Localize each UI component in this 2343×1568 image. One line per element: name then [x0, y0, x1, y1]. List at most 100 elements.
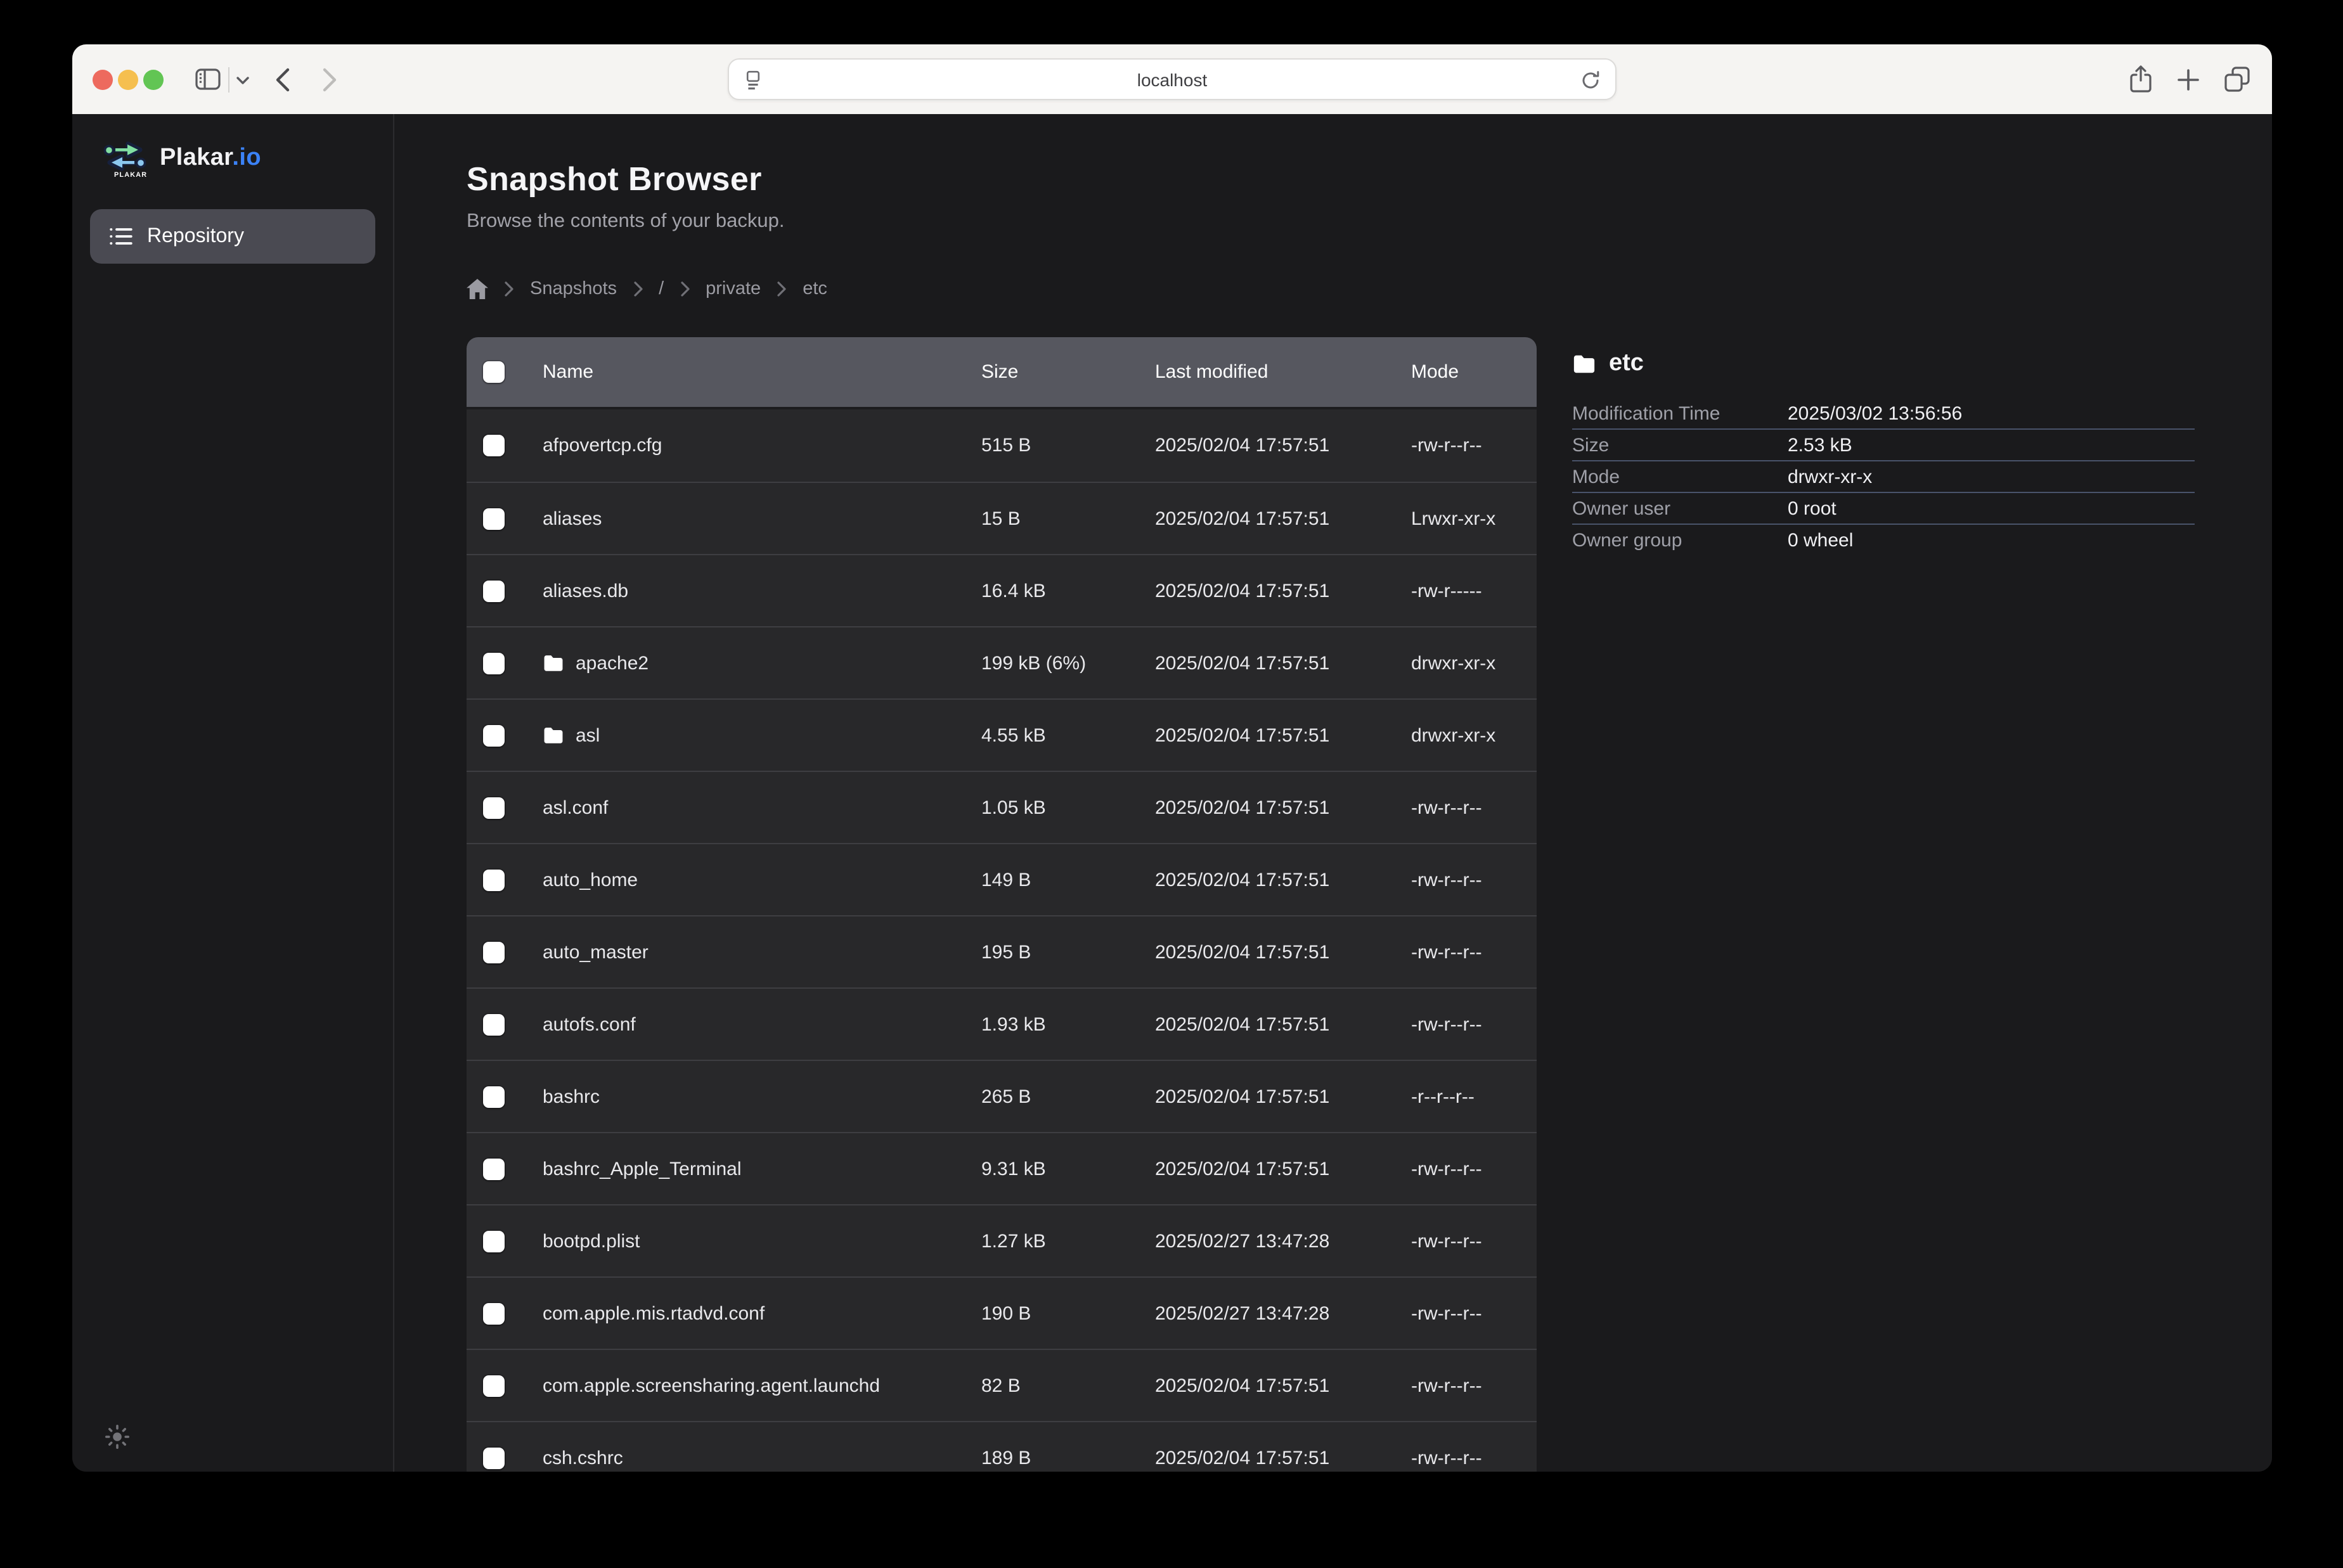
table-row[interactable]: bootpd.plist1.27 kB2025/02/27 13:47:28-r…: [467, 1204, 1537, 1276]
row-checkbox[interactable]: [483, 1158, 505, 1179]
file-name[interactable]: aliases: [543, 508, 602, 529]
row-checkbox[interactable]: [483, 1375, 505, 1396]
table-row[interactable]: auto_home149 B2025/02/04 17:57:51-rw-r--…: [467, 843, 1537, 915]
file-name[interactable]: com.apple.screensharing.agent.launchd: [543, 1375, 880, 1396]
table-row[interactable]: afpovertcp.cfg515 B2025/02/04 17:57:51-r…: [467, 409, 1537, 482]
plakar-logo-text: Plakar.io: [160, 144, 261, 172]
column-header-size[interactable]: Size: [981, 361, 1155, 383]
file-name[interactable]: afpovertcp.cfg: [543, 435, 662, 456]
folder-icon: [543, 726, 564, 744]
table-header-row: Name Size Last modified Mode: [467, 337, 1537, 409]
column-header-name[interactable]: Name: [543, 361, 981, 383]
table-row[interactable]: bashrc265 B2025/02/04 17:57:51-r--r--r--: [467, 1060, 1537, 1132]
file-modified: 2025/02/04 17:57:51: [1155, 580, 1411, 601]
file-name[interactable]: asl: [576, 724, 600, 746]
folder-icon: [1572, 354, 1596, 374]
file-name[interactable]: asl.conf: [543, 797, 608, 818]
tab-overview-icon[interactable]: [2224, 66, 2250, 93]
row-checkbox[interactable]: [483, 724, 505, 746]
breadcrumb-item-2[interactable]: private: [706, 279, 761, 299]
main-content: Snapshot Browser Browse the contents of …: [394, 114, 2272, 1472]
forward-icon[interactable]: [322, 67, 337, 93]
home-icon[interactable]: [467, 279, 488, 299]
file-name[interactable]: autofs.conf: [543, 1013, 636, 1035]
sidebar-item-repository[interactable]: Repository: [90, 209, 375, 264]
browser-toolbar: localhost: [72, 44, 2272, 114]
table-row[interactable]: apache2199 kB (6%)2025/02/04 17:57:51drw…: [467, 626, 1537, 698]
toolbar-divider: [228, 67, 229, 93]
row-checkbox[interactable]: [483, 435, 505, 456]
file-name[interactable]: bashrc: [543, 1086, 600, 1107]
file-name[interactable]: csh.cshrc: [543, 1447, 623, 1468]
table-row[interactable]: bashrc_Apple_Terminal9.31 kB2025/02/04 1…: [467, 1132, 1537, 1204]
file-name[interactable]: apache2: [576, 652, 649, 674]
breadcrumb-item-1[interactable]: /: [659, 279, 664, 299]
file-mode: -rw-r--r--: [1411, 1230, 1537, 1252]
file-mode: -rw-r--r--: [1411, 1158, 1537, 1179]
column-header-mode[interactable]: Mode: [1411, 361, 1537, 383]
table-row[interactable]: asl.conf1.05 kB2025/02/04 17:57:51-rw-r-…: [467, 771, 1537, 843]
file-modified: 2025/02/04 17:57:51: [1155, 508, 1411, 529]
detail-row: Owner user0 root: [1572, 493, 2195, 525]
zoom-window-button[interactable]: [143, 70, 164, 90]
app-page: PLAKAR Plakar.io Repository: [72, 114, 2272, 1472]
page-icon[interactable]: [743, 70, 763, 91]
row-checkbox[interactable]: [483, 1013, 505, 1035]
chevron-down-icon[interactable]: [236, 76, 250, 85]
close-window-button[interactable]: [93, 70, 113, 90]
row-checkbox[interactable]: [483, 941, 505, 963]
share-icon[interactable]: [2129, 65, 2153, 94]
row-checkbox[interactable]: [483, 869, 505, 890]
file-modified: 2025/02/04 17:57:51: [1155, 1086, 1411, 1107]
plakar-logo[interactable]: PLAKAR Plakar.io: [72, 114, 393, 179]
file-name[interactable]: bashrc_Apple_Terminal: [543, 1158, 742, 1179]
table-row[interactable]: aliases15 B2025/02/04 17:57:51Lrwxr-xr-x: [467, 482, 1537, 554]
table-row[interactable]: csh.cshrc189 B2025/02/04 17:57:51-rw-r--…: [467, 1421, 1537, 1472]
file-modified: 2025/02/04 17:57:51: [1155, 724, 1411, 746]
file-size: 4.55 kB: [981, 724, 1155, 746]
table-row[interactable]: asl4.55 kB2025/02/04 17:57:51drwxr-xr-x: [467, 698, 1537, 771]
back-icon[interactable]: [275, 67, 290, 93]
file-name[interactable]: aliases.db: [543, 580, 628, 601]
table-row[interactable]: com.apple.mis.rtadvd.conf190 B2025/02/27…: [467, 1276, 1537, 1349]
file-size: 1.05 kB: [981, 797, 1155, 818]
row-checkbox[interactable]: [483, 1086, 505, 1107]
table-row[interactable]: auto_master195 B2025/02/04 17:57:51-rw-r…: [467, 915, 1537, 987]
select-all-checkbox[interactable]: [483, 361, 505, 383]
column-header-modified[interactable]: Last modified: [1155, 361, 1411, 383]
file-modified: 2025/02/04 17:57:51: [1155, 435, 1411, 456]
table-row[interactable]: aliases.db16.4 kB2025/02/04 17:57:51-rw-…: [467, 554, 1537, 626]
address-bar[interactable]: localhost: [728, 58, 1617, 100]
new-tab-icon[interactable]: [2177, 68, 2200, 91]
file-size: 15 B: [981, 508, 1155, 529]
file-size: 1.93 kB: [981, 1013, 1155, 1035]
breadcrumb-item-0[interactable]: Snapshots: [530, 279, 617, 299]
table-row[interactable]: com.apple.screensharing.agent.launchd82 …: [467, 1349, 1537, 1421]
file-name[interactable]: auto_home: [543, 869, 638, 890]
table-row[interactable]: autofs.conf1.93 kB2025/02/04 17:57:51-rw…: [467, 987, 1537, 1060]
sun-icon[interactable]: [105, 1425, 129, 1449]
file-mode: -rw-r--r--: [1411, 1302, 1537, 1324]
row-checkbox[interactable]: [483, 1230, 505, 1252]
file-name[interactable]: com.apple.mis.rtadvd.conf: [543, 1302, 765, 1324]
file-size: 199 kB (6%): [981, 652, 1155, 674]
detail-value: 0 wheel: [1788, 530, 1853, 551]
file-modified: 2025/02/04 17:57:51: [1155, 869, 1411, 890]
file-name[interactable]: bootpd.plist: [543, 1230, 640, 1252]
detail-row: Owner group0 wheel: [1572, 525, 2195, 556]
minimize-window-button[interactable]: [118, 70, 138, 90]
breadcrumb-item-3[interactable]: etc: [803, 279, 827, 299]
row-checkbox[interactable]: [483, 1447, 505, 1468]
row-checkbox[interactable]: [483, 580, 505, 601]
file-mode: -rw-r--r--: [1411, 869, 1537, 890]
detail-value: 2.53 kB: [1788, 434, 1852, 456]
row-checkbox[interactable]: [483, 652, 505, 674]
row-checkbox[interactable]: [483, 797, 505, 818]
reload-icon[interactable]: [1580, 70, 1601, 91]
file-table: Name Size Last modified Mode afpovertcp.…: [467, 337, 1537, 1472]
file-name[interactable]: auto_master: [543, 941, 649, 963]
sidebar-toggle-icon[interactable]: [195, 68, 221, 90]
content-columns: Name Size Last modified Mode afpovertcp.…: [467, 337, 2272, 1472]
row-checkbox[interactable]: [483, 508, 505, 529]
row-checkbox[interactable]: [483, 1302, 505, 1324]
